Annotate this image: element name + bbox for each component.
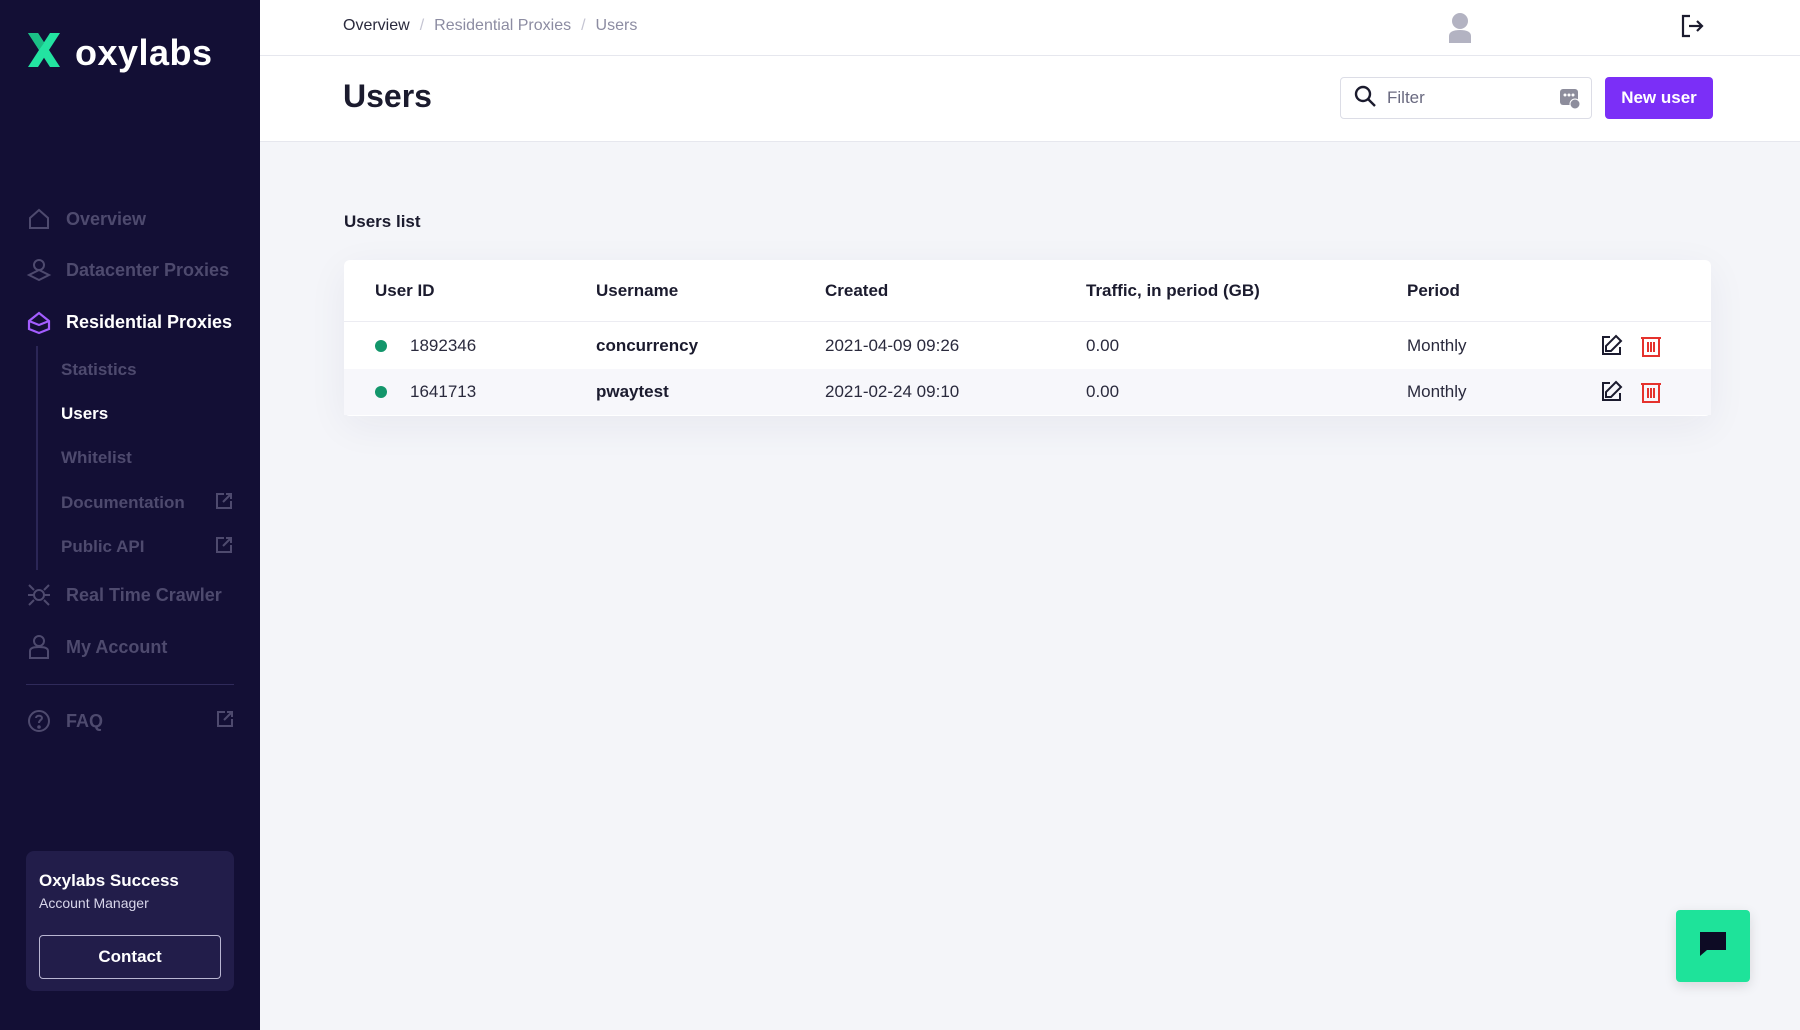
user-id-cell: 1641713	[410, 382, 477, 401]
faq-group: FAQ	[26, 708, 103, 734]
datacenter-icon	[26, 257, 52, 283]
nav-label: My Account	[66, 636, 168, 657]
nav-label: Datacenter Proxies	[66, 259, 230, 280]
delete-icon[interactable]	[1638, 379, 1664, 405]
nav-label: Residential Proxies	[66, 311, 233, 332]
filter-input[interactable]	[1387, 88, 1547, 108]
breadcrumb: Overview / Residential Proxies / Users	[343, 17, 637, 35]
page-header: Users New user	[260, 56, 1800, 142]
subnav-label: Statistics	[61, 360, 137, 379]
search-icon	[1353, 84, 1377, 113]
subnav-label: Documentation	[61, 493, 185, 512]
breadcrumb-separator: /	[419, 17, 425, 34]
manager-subtitle: Account Manager	[39, 895, 149, 911]
username-cell: concurrency	[596, 336, 699, 355]
subnav-label: Public API	[61, 537, 145, 556]
help-icon	[26, 708, 52, 734]
chat-icon	[1698, 930, 1728, 963]
nav-datacenter-proxies[interactable]: Datacenter Proxies	[26, 253, 229, 287]
traffic-cell: 0.00	[1086, 336, 1120, 355]
home-icon	[26, 206, 52, 232]
subnav-whitelist[interactable]: Whitelist	[61, 444, 233, 472]
topbar: Overview / Residential Proxies / Users	[260, 0, 1800, 56]
chat-button[interactable]	[1676, 910, 1750, 982]
table-row[interactable]: 1641713 pwaytest 2021-02-24 09:10 0.00 M…	[344, 369, 1711, 415]
status-dot	[375, 386, 387, 398]
column-traffic[interactable]: Traffic, in period (GB)	[1086, 281, 1260, 301]
traffic-cell: 0.00	[1086, 382, 1120, 401]
column-user-id[interactable]: User ID	[375, 281, 435, 301]
subnav-users[interactable]: Users	[61, 400, 233, 428]
nav-real-time-crawler[interactable]: Real Time Crawler	[26, 578, 222, 612]
column-username[interactable]: Username	[596, 281, 678, 301]
subnav-public-api[interactable]: Public API	[61, 533, 233, 561]
subnav-documentation[interactable]: Documentation	[61, 489, 233, 517]
external-link-icon	[215, 536, 233, 559]
manager-title: Oxylabs Success	[39, 871, 179, 890]
subnav-line	[36, 346, 38, 570]
table-row[interactable]: 1892346 concurrency 2021-04-09 09:26 0.0…	[344, 323, 1711, 369]
account-icon	[26, 634, 52, 660]
filter-box	[1340, 77, 1592, 119]
logo[interactable]: oxylabs	[25, 30, 213, 75]
contact-button[interactable]: Contact	[39, 935, 221, 979]
users-table: User ID Username Created Traffic, in per…	[344, 260, 1711, 416]
subnav-label: Users	[61, 404, 109, 423]
column-period[interactable]: Period	[1407, 281, 1460, 301]
breadcrumb-overview[interactable]: Overview	[343, 17, 410, 35]
delete-icon[interactable]	[1638, 333, 1664, 359]
status-dot	[375, 340, 387, 352]
nav-label: FAQ	[66, 710, 104, 731]
subnav-statistics[interactable]: Statistics	[61, 356, 233, 384]
sidebar-divider	[26, 684, 234, 685]
created-cell: 2021-04-09 09:26	[825, 336, 960, 355]
breadcrumb-separator: /	[581, 17, 586, 34]
page-title: Users	[343, 78, 432, 114]
nav-label: Overview	[66, 208, 147, 229]
crawler-icon	[26, 582, 52, 608]
breadcrumb-users: Users	[595, 17, 638, 34]
breadcrumb-residential-proxies[interactable]: Residential Proxies	[434, 17, 571, 35]
column-created[interactable]: Created	[825, 281, 888, 301]
brand-name: oxylabs	[75, 31, 213, 73]
edit-icon[interactable]	[1598, 333, 1624, 359]
table-header: User ID Username Created Traffic, in per…	[344, 260, 1711, 322]
keyboard-shortcut-icon[interactable]	[1559, 87, 1581, 114]
user-avatar-icon[interactable]	[1446, 12, 1474, 49]
username-cell: pwaytest	[596, 382, 669, 401]
created-cell: 2021-02-24 09:10	[825, 382, 960, 401]
nav-faq[interactable]: FAQ	[26, 704, 234, 738]
logout-icon[interactable]	[1679, 13, 1705, 44]
oxylabs-logo-icon	[25, 30, 63, 75]
subnav-label: Whitelist	[61, 448, 132, 467]
edit-icon[interactable]	[1598, 379, 1624, 405]
external-link-icon	[216, 710, 234, 733]
residential-icon	[26, 309, 52, 335]
nav-label: Real Time Crawler	[66, 584, 222, 605]
users-list-title: Users list	[344, 212, 421, 231]
nav-my-account[interactable]: My Account	[26, 630, 167, 664]
new-user-button[interactable]: New user	[1605, 77, 1713, 119]
nav-overview[interactable]: Overview	[26, 202, 146, 236]
account-manager-card: Oxylabs Success Account Manager Contact	[26, 851, 234, 991]
nav-residential-proxies[interactable]: Residential Proxies	[26, 305, 232, 339]
external-link-icon	[215, 492, 233, 515]
sidebar: oxylabs Overview Datacenter Proxies Resi…	[0, 0, 260, 1030]
period-cell: Monthly	[1407, 382, 1467, 401]
period-cell: Monthly	[1407, 336, 1467, 355]
user-id-cell: 1892346	[410, 336, 477, 355]
